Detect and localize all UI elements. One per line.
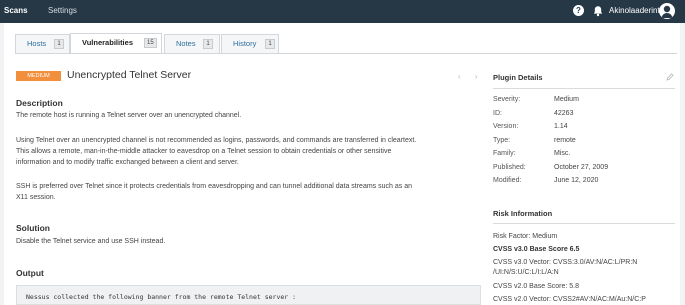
description-text-2c: information and to modify traffic exchan… bbox=[16, 159, 239, 166]
tab-notes-label: Notes bbox=[176, 39, 196, 48]
solution-heading: Solution bbox=[16, 223, 50, 233]
detail-label-type: Type: bbox=[493, 137, 511, 144]
detail-label-id: ID: bbox=[493, 110, 502, 117]
tab-vulnerabilities[interactable]: Vulnerabilities 15 bbox=[70, 33, 162, 53]
tab-history-label: History bbox=[233, 39, 257, 48]
detail-label-severity: Severity: bbox=[493, 96, 521, 103]
detail-label-published: Published: bbox=[493, 164, 526, 171]
nav-scans[interactable]: Scans bbox=[4, 6, 28, 15]
username[interactable]: Akinolaaderinto bbox=[609, 6, 664, 15]
tab-notes[interactable]: Notes 1 bbox=[164, 34, 220, 53]
detail-value-family: Misc. bbox=[554, 150, 571, 157]
cvss3-base-score: CVSS v3.0 Base Score 6.5 bbox=[493, 246, 580, 253]
vulnerability-title: Unencrypted Telnet Server bbox=[67, 69, 192, 81]
plugin-details-heading: Plugin Details bbox=[493, 73, 543, 82]
description-text-2a: Using Telnet over an unencrypted channel… bbox=[16, 137, 417, 144]
plugin-details-divider bbox=[493, 88, 675, 89]
description-heading: Description bbox=[16, 98, 63, 108]
solution-text: Disable the Telnet service and use SSH i… bbox=[16, 238, 166, 245]
tab-history-count: 1 bbox=[265, 39, 275, 49]
avatar-icon[interactable] bbox=[659, 3, 675, 19]
risk-information-heading: Risk Information bbox=[493, 209, 553, 218]
tab-vulnerabilities-count: 15 bbox=[144, 38, 157, 48]
description-text-3a: SSH is preferred over Telnet since it pr… bbox=[16, 183, 412, 190]
tab-divider bbox=[15, 53, 677, 54]
tab-vulnerabilities-label: Vulnerabilities bbox=[82, 38, 133, 47]
description-text-2b: This allows a remote, man-in-the-middle … bbox=[16, 148, 392, 155]
output-text: Nessus collected the following banner fr… bbox=[26, 293, 297, 301]
detail-label-version: Version: bbox=[493, 123, 519, 130]
risk-information-divider bbox=[493, 223, 675, 224]
description-text-1: The remote host is running a Telnet serv… bbox=[16, 112, 242, 119]
vulnerability-pager[interactable]: ‹ › bbox=[458, 72, 484, 81]
top-navigation-bar: Scans Settings ? Akinolaaderinto bbox=[0, 0, 685, 23]
severity-badge: MEDIUM bbox=[16, 71, 61, 81]
tab-notes-count: 1 bbox=[203, 39, 213, 49]
description-text-3b: X11 session. bbox=[16, 194, 56, 201]
cvss3-vector-line-2: /UI:N/S:U/C:L/I:L/A:N bbox=[493, 269, 559, 276]
nav-settings[interactable]: Settings bbox=[48, 6, 77, 15]
bell-icon[interactable] bbox=[592, 5, 604, 17]
detail-value-severity: Medium bbox=[554, 96, 579, 103]
tab-hosts[interactable]: Hosts 1 bbox=[15, 34, 70, 53]
detail-value-modified: June 12, 2020 bbox=[554, 177, 599, 184]
output-heading: Output bbox=[16, 268, 44, 278]
risk-factor: Risk Factor: Medium bbox=[493, 233, 558, 240]
detail-value-id: 42263 bbox=[554, 110, 574, 117]
tab-hosts-label: Hosts bbox=[27, 39, 47, 48]
help-icon[interactable]: ? bbox=[573, 5, 584, 16]
cvss2-vector: CVSS v2.0 Vector: CVSS2#AV:N/AC:M/Au:N/C… bbox=[493, 296, 646, 303]
detail-value-published: October 27, 2009 bbox=[554, 164, 609, 171]
cvss3-vector-line-1: CVSS v3.0 Vector: CVSS:3.0/AV:N/AC:L/PR:… bbox=[493, 259, 638, 266]
tab-hosts-count: 1 bbox=[54, 39, 64, 49]
cvss2-base-score: CVSS v2.0 Base Score: 5.8 bbox=[493, 283, 579, 290]
detail-value-type: remote bbox=[554, 137, 576, 144]
edit-icon[interactable] bbox=[666, 73, 674, 81]
tab-history[interactable]: History 1 bbox=[221, 34, 279, 53]
detail-value-version: 1.14 bbox=[554, 123, 568, 130]
detail-label-modified: Modified: bbox=[493, 177, 522, 184]
detail-label-family: Family: bbox=[493, 150, 516, 157]
